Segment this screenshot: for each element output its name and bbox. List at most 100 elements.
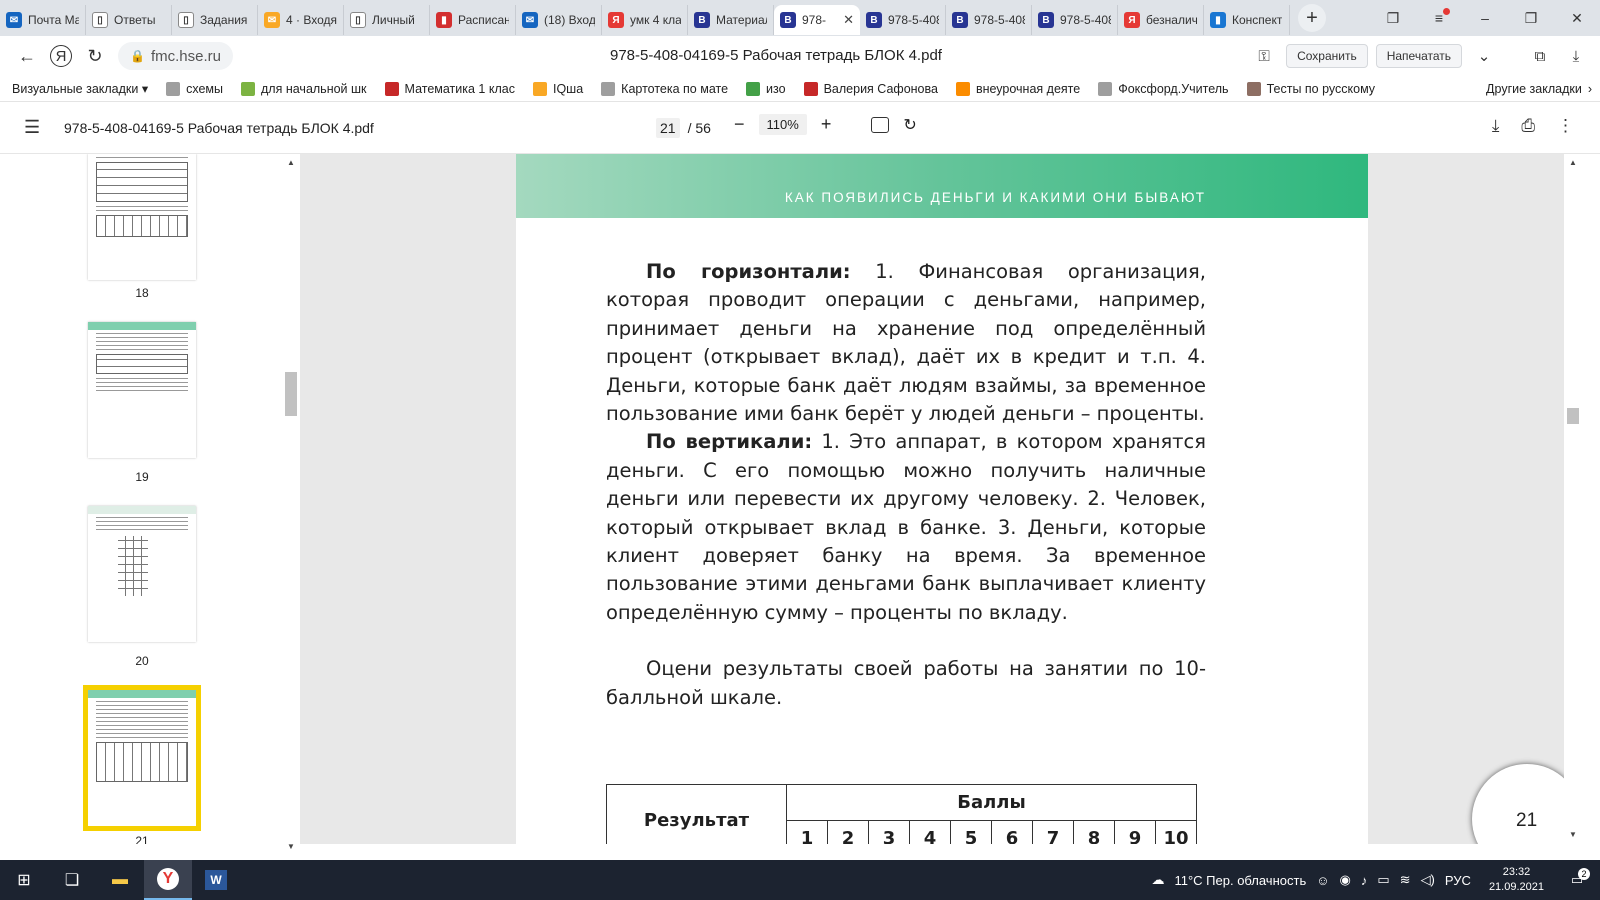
score-cell: 8 bbox=[1073, 820, 1115, 844]
bookmark-favicon-icon bbox=[166, 81, 181, 96]
score-cell: 7 bbox=[1032, 820, 1074, 844]
browser-tab[interactable]: ▮ Расписание bbox=[430, 5, 516, 35]
bookmark-item[interactable]: IQша bbox=[532, 81, 584, 96]
thumbnail-page-18[interactable] bbox=[88, 154, 196, 280]
page-number-input[interactable]: 21 bbox=[656, 118, 680, 138]
tab-title: 978-5-408 bbox=[974, 13, 1025, 27]
bookmark-label: Математика 1 клас bbox=[404, 81, 515, 96]
notification-center-icon[interactable]: ▭ 2 bbox=[1562, 865, 1592, 895]
taskbar: ⊞ ❏ ▬ Y W ☁ 11°C Пер. облачность ☺ ◉ ♪ ▭… bbox=[0, 860, 1600, 900]
fit-page-icon[interactable] bbox=[871, 116, 890, 133]
new-tab-button[interactable]: + bbox=[1298, 4, 1326, 32]
browser-tab[interactable]: ✉ (18) Входящие bbox=[516, 5, 602, 35]
url-field[interactable]: 🔒 fmc.hse.ru bbox=[118, 42, 233, 70]
back-button[interactable]: ← bbox=[10, 39, 44, 73]
browser-tab[interactable]: ▮ Конспект bbox=[1204, 5, 1290, 35]
tab-title: Расписание bbox=[458, 13, 509, 27]
browser-tab[interactable]: В Материалы bbox=[688, 5, 774, 35]
browser-tab[interactable]: ▯ Личный bbox=[344, 5, 430, 35]
tab-bar: ✉ Почта Mail ▯ Ответы ▯ Задания ✉ 4 · Входящие ▯… bbox=[0, 0, 1600, 36]
bookmark-item[interactable]: Математика 1 клас bbox=[384, 81, 515, 96]
browser-tab[interactable]: ✉ 4 · Входящие bbox=[258, 5, 344, 35]
sidebar-scroll-down[interactable]: ▼ bbox=[287, 842, 295, 851]
tab-favicon-icon: ▯ bbox=[92, 12, 108, 28]
reload-button[interactable]: ↻ bbox=[78, 39, 112, 73]
bookmark-item[interactable]: Картотека по мате bbox=[601, 81, 728, 96]
weather-text[interactable]: 11°C Пер. облачность bbox=[1174, 873, 1306, 888]
browser-tab[interactable]: В 978- ✕ bbox=[774, 5, 860, 35]
bookmark-item[interactable]: Визуальные закладки ▾ bbox=[12, 81, 148, 96]
bookmark-label: внеурочная деяте bbox=[975, 81, 1081, 96]
close-tab-icon[interactable]: ✕ bbox=[843, 12, 854, 28]
tab-favicon-icon: В bbox=[1038, 12, 1054, 28]
other-bookmarks[interactable]: Другие закладки › bbox=[1486, 82, 1592, 96]
browser-tab[interactable]: В 978-5-408 bbox=[860, 5, 946, 35]
browser-tab[interactable]: ✉ Почта Mail bbox=[0, 5, 86, 35]
print-button[interactable]: Напечатать bbox=[1375, 44, 1462, 68]
save-button[interactable]: Сохранить bbox=[1286, 44, 1368, 68]
task-view-icon[interactable]: ❏ bbox=[48, 860, 96, 900]
scrollbar-thumb[interactable] bbox=[1567, 408, 1579, 424]
print-icon[interactable]: ⎙ bbox=[1521, 116, 1535, 136]
bookmark-item[interactable]: Валерия Сафонова bbox=[803, 81, 938, 96]
more-options-icon[interactable]: ⋮ bbox=[1557, 116, 1574, 136]
bookmark-favicon-icon bbox=[532, 81, 547, 96]
rate-instruction: Оцени результаты своей работы на занятии… bbox=[606, 657, 1206, 709]
minimize-button[interactable]: – bbox=[1462, 0, 1508, 36]
thumbnail-page-19[interactable] bbox=[88, 322, 196, 458]
browser-tab[interactable]: Ябезналичные bbox=[1118, 5, 1204, 35]
camera-icon[interactable]: ◉ bbox=[1340, 872, 1351, 888]
page-header-title: КАК ПОЯВИЛИСЬ ДЕНЬГИ И КАКИМИ ОНИ БЫВАЮТ bbox=[784, 190, 1206, 205]
yandex-logo-icon[interactable]: Я bbox=[50, 45, 72, 67]
bookmark-label: схемы bbox=[186, 81, 224, 96]
bookmark-item[interactable]: для начальной шк bbox=[241, 81, 367, 96]
browser-tab[interactable]: ▯ Задания bbox=[172, 5, 258, 35]
key-icon[interactable]: ⚿ bbox=[1250, 42, 1278, 70]
rotate-icon[interactable]: ↻ bbox=[903, 115, 916, 135]
restore-button[interactable]: ❐ bbox=[1508, 0, 1554, 36]
file-explorer-icon[interactable]: ▬ bbox=[96, 860, 144, 900]
tab-title: Конспект bbox=[1232, 13, 1283, 27]
bookmark-label: IQша bbox=[552, 81, 584, 96]
bookmark-item[interactable]: схемы bbox=[166, 81, 223, 96]
browser-tab[interactable]: Яумк 4 класс bbox=[602, 5, 688, 35]
hamburger-icon[interactable]: ☰ bbox=[24, 117, 48, 138]
scroll-down-arrow[interactable]: ▼ bbox=[1569, 830, 1577, 839]
microphone-icon[interactable]: ♪ bbox=[1361, 873, 1368, 888]
collections-icon[interactable]: ⧉ bbox=[1526, 42, 1554, 70]
download-icon[interactable]: ⤓ bbox=[1562, 42, 1590, 70]
zoom-input[interactable]: 110% bbox=[758, 114, 807, 135]
language-indicator[interactable]: РУС bbox=[1445, 873, 1471, 888]
yandex-browser-icon[interactable]: Y bbox=[144, 860, 192, 900]
weather-cloud-icon[interactable]: ☁ bbox=[1151, 872, 1164, 888]
thumbnail-page-21[interactable] bbox=[83, 685, 201, 831]
score-cell: 9 bbox=[1114, 820, 1156, 844]
bookmark-item[interactable]: внеурочная деяте bbox=[955, 81, 1081, 96]
scroll-up-arrow[interactable]: ▲ bbox=[1569, 158, 1577, 167]
download-pdf-icon[interactable]: ⤓ bbox=[1492, 116, 1500, 136]
browser-tab[interactable]: В 978-5-408 bbox=[946, 5, 1032, 35]
battery-icon[interactable]: ▭ bbox=[1377, 872, 1389, 888]
people-icon[interactable]: ☺ bbox=[1316, 873, 1329, 888]
chevron-down-icon[interactable]: ⌄ bbox=[1470, 42, 1498, 70]
sidebar-scrollbar-thumb[interactable] bbox=[285, 372, 297, 416]
volume-icon[interactable]: ◁) bbox=[1421, 872, 1435, 888]
browser-tab[interactable]: В 978-5-408 bbox=[1032, 5, 1118, 35]
tab-favicon-icon: ✉ bbox=[522, 12, 538, 28]
zoom-out-button[interactable]: − bbox=[734, 114, 745, 135]
close-window-button[interactable]: ✕ bbox=[1554, 0, 1600, 36]
tabs-collection-icon[interactable]: ❐ bbox=[1370, 0, 1416, 36]
browser-tab[interactable]: ▯ Ответы bbox=[86, 5, 172, 35]
zoom-in-button[interactable]: + bbox=[821, 114, 832, 135]
bookmark-item[interactable]: Тесты по русскому bbox=[1246, 81, 1375, 96]
menu-icon[interactable]: ≡ bbox=[1416, 0, 1462, 36]
sidebar-scroll-up[interactable]: ▲ bbox=[287, 158, 295, 167]
clock[interactable]: 23:32 21.09.2021 bbox=[1489, 865, 1544, 895]
thumbnail-page-20[interactable] bbox=[88, 506, 196, 642]
word-icon[interactable]: W bbox=[192, 860, 240, 900]
wifi-icon[interactable]: ≋ bbox=[1400, 872, 1411, 888]
bookmark-item[interactable]: изо bbox=[746, 81, 786, 96]
windows-start-icon[interactable]: ⊞ bbox=[0, 860, 48, 900]
bookmark-item[interactable]: Фоксфорд.Учитель bbox=[1098, 81, 1229, 96]
main-scrollbar[interactable]: ▲ ▼ bbox=[1564, 154, 1582, 844]
